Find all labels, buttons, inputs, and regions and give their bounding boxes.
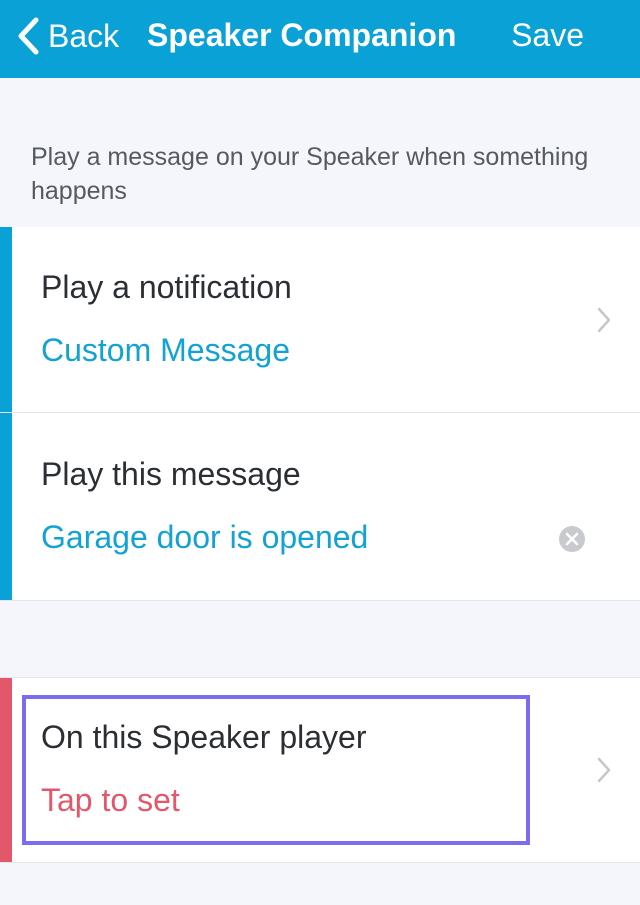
chevron-right-icon bbox=[597, 307, 611, 333]
notification-row[interactable]: Play a notification Custom Message bbox=[0, 227, 640, 413]
speaker-player-value: Tap to set bbox=[41, 782, 180, 818]
speaker-player-row[interactable]: On this Speaker player Tap to set bbox=[0, 677, 640, 863]
message-label: Play this message bbox=[41, 456, 301, 492]
row-accent-bar bbox=[0, 227, 12, 412]
row-accent-bar bbox=[0, 413, 12, 600]
message-row[interactable]: Play this message Garage door is opened bbox=[0, 413, 640, 601]
row-accent-bar bbox=[0, 678, 12, 862]
description-text: Play a message on your Speaker when some… bbox=[31, 143, 589, 205]
notification-label: Play a notification bbox=[41, 269, 292, 305]
back-button[interactable]: Back bbox=[16, 12, 119, 60]
notification-value: Custom Message bbox=[41, 332, 290, 368]
back-label: Back bbox=[48, 17, 120, 54]
message-value[interactable]: Garage door is opened bbox=[41, 519, 368, 556]
navigation-bar: Back Speaker Companion Save bbox=[0, 0, 640, 78]
chevron-left-icon bbox=[18, 17, 39, 55]
page-title: Speaker Companion bbox=[147, 17, 457, 53]
save-button[interactable]: Save bbox=[511, 17, 584, 54]
speaker-player-label: On this Speaker player bbox=[41, 719, 367, 755]
clear-icon[interactable] bbox=[558, 525, 586, 553]
chevron-right-icon bbox=[597, 757, 611, 783]
